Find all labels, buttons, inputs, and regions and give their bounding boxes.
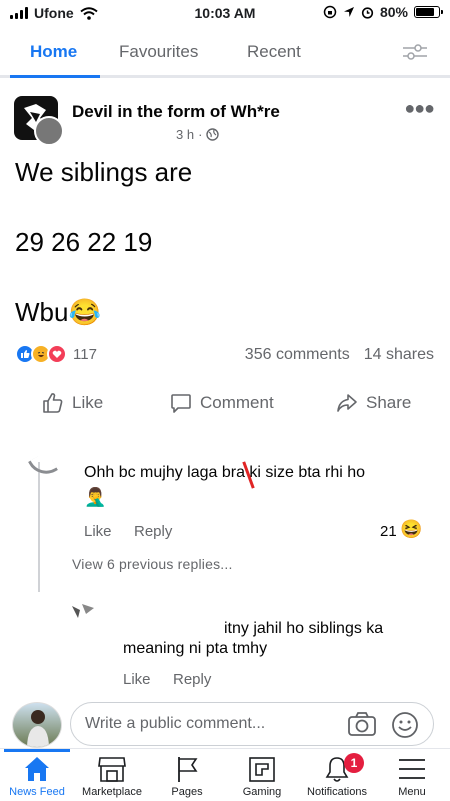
post-text-line-1: We siblings are [15, 157, 193, 187]
reply-like-button[interactable]: Like [123, 671, 151, 688]
alarm-icon [361, 6, 374, 19]
active-nav-indicator [4, 749, 70, 752]
author-avatar[interactable] [34, 116, 64, 146]
comment-like-button[interactable]: Like [84, 523, 112, 540]
reply-avatar[interactable] [70, 600, 96, 620]
nav-pages[interactable]: Pages [150, 749, 224, 801]
flag-icon [178, 757, 198, 782]
comment-icon [171, 394, 191, 413]
thread-line [38, 462, 40, 592]
bottom-nav: News Feed Marketplace Pages Gaming 1 Not… [0, 748, 450, 801]
tab-recent[interactable]: Recent [247, 42, 301, 62]
gaming-icon [249, 757, 275, 782]
more-options-icon[interactable]: ●●● [404, 98, 435, 119]
nav-marketplace[interactable]: Marketplace [75, 749, 149, 801]
comment-emoji: 🤦‍♂️ [84, 487, 107, 507]
post-text-line-3: Wbu😂 [15, 297, 101, 327]
meta-dot: · [198, 127, 203, 142]
camera-icon[interactable] [347, 711, 377, 737]
top-tab-bar: Home Favourites Recent [0, 30, 450, 78]
location-icon [343, 7, 354, 17]
shares-count[interactable]: 14 shares [364, 346, 434, 364]
share-label: Share [366, 393, 412, 412]
comment-reaction-emoji: 😆 [400, 519, 423, 539]
reply-reply-button[interactable]: Reply [173, 671, 211, 688]
status-bar: Ufone 10:03 AM 80% [0, 0, 450, 26]
post-stats: 356 comments 14 shares [245, 346, 434, 364]
comment-composer [70, 702, 434, 746]
user-avatar[interactable] [12, 702, 62, 748]
comment-text: Ohh bc mujhy laga bra ki size bta rhi ho [84, 464, 366, 481]
comment-reply-button[interactable]: Reply [134, 523, 172, 540]
post-time[interactable]: 3 h [176, 127, 194, 142]
home-icon [25, 757, 49, 781]
nav-menu[interactable]: Menu [375, 749, 449, 801]
globe-icon [206, 128, 220, 141]
nav-label: Menu [398, 786, 426, 798]
tab-favourites[interactable]: Favourites [119, 42, 198, 62]
comment-reaction-count[interactable]: 21 [380, 523, 397, 540]
filter-icon[interactable] [402, 42, 428, 62]
post-author[interactable]: Devil in the form of Wh*re [72, 102, 280, 122]
nav-notifications[interactable]: 1 Notifications [300, 749, 374, 801]
comment-input[interactable] [85, 713, 345, 735]
thread-connector [27, 450, 59, 482]
reaction-summary[interactable]: 117 [15, 344, 97, 364]
tab-home[interactable]: Home [30, 42, 77, 62]
reaction-count: 117 [73, 345, 97, 363]
thumbs-up-icon [43, 393, 63, 413]
like-button[interactable]: Like [42, 392, 103, 414]
menu-icon [399, 759, 425, 779]
status-right: 80% [323, 4, 443, 20]
love-reaction-icon [47, 344, 67, 364]
nav-gaming[interactable]: Gaming [225, 749, 299, 801]
notification-badge: 1 [344, 753, 364, 773]
battery-icon [414, 6, 443, 18]
post-actions: Like Comment Share [0, 388, 450, 420]
comment-label: Comment [200, 393, 274, 412]
reply-text-line-2: meaning ni pta tmhy [123, 640, 268, 657]
screen-lock-icon [323, 5, 337, 19]
post-meta: 3 h · [176, 127, 220, 142]
share-button[interactable]: Share [336, 392, 411, 414]
comment-button[interactable]: Comment [170, 392, 274, 414]
marketplace-icon [98, 757, 126, 782]
reply-text-line-1: itny jahil ho siblings ka [224, 620, 384, 637]
share-icon [337, 394, 357, 412]
like-label: Like [72, 393, 104, 412]
post-text-line-2: 29 26 22 19 [15, 227, 153, 257]
battery-percent: 80% [379, 4, 408, 20]
view-previous-replies[interactable]: View 6 previous replies... [72, 556, 233, 572]
nav-news-feed[interactable]: News Feed [0, 749, 74, 801]
emoji-icon[interactable] [391, 711, 419, 739]
active-tab-indicator [10, 75, 100, 78]
comments-count[interactable]: 356 comments [245, 346, 350, 364]
